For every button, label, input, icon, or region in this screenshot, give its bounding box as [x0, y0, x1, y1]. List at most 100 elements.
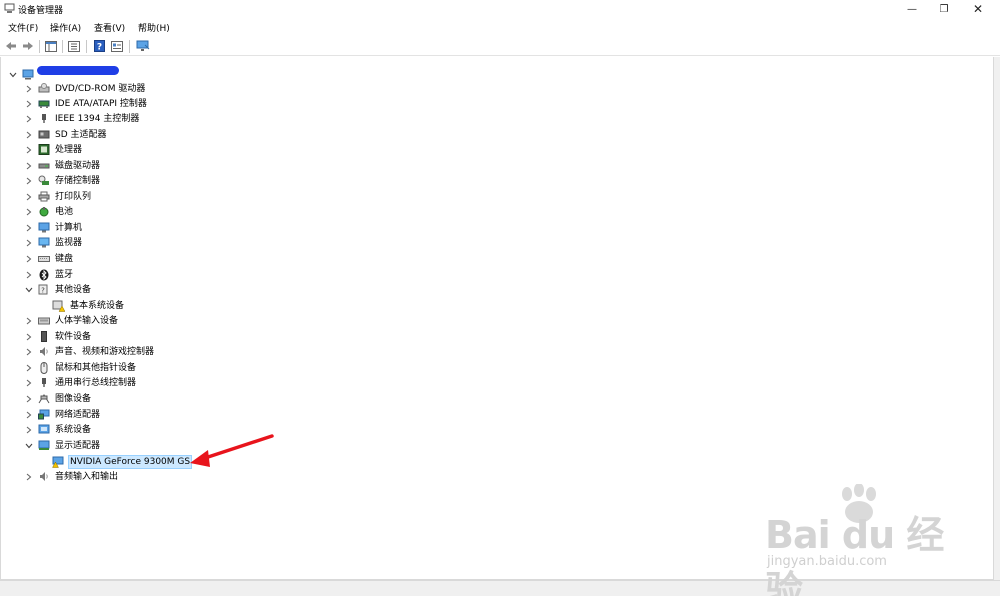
tree-node-other-devices[interactable]: ? 其他设备: [25, 282, 92, 297]
toolbar-separator: [39, 40, 40, 53]
tree-node-label: 系统设备: [55, 424, 92, 435]
network-adapter-icon: [37, 409, 50, 421]
tree-node-imaging[interactable]: 图像设备: [25, 391, 92, 406]
mouse-icon: [37, 361, 50, 374]
tree-node-display-adapter[interactable]: 显示适配器: [25, 438, 101, 453]
chevron-right-icon[interactable]: [25, 239, 33, 247]
tree-root[interactable]: [9, 67, 38, 82]
tree-node-computer[interactable]: 计算机: [25, 220, 83, 235]
chevron-right-icon[interactable]: [25, 426, 33, 434]
chevron-right-icon[interactable]: [25, 115, 33, 123]
vertical-scrollbar[interactable]: [994, 57, 1000, 580]
chevron-right-icon[interactable]: [25, 224, 33, 232]
tree-node-label: 网络适配器: [55, 409, 101, 420]
tree-node-hid[interactable]: 人体学输入设备: [25, 313, 119, 328]
chevron-right-icon[interactable]: [25, 177, 33, 185]
chevron-right-icon[interactable]: [25, 411, 33, 419]
menu-action[interactable]: 操作(A): [50, 21, 81, 34]
monitor-icon[interactable]: [135, 39, 151, 53]
title-bar: 设备管理器 — ❐ ✕: [0, 0, 1000, 18]
tree-node-sound-video-game[interactable]: 声音、视频和游戏控制器: [25, 344, 155, 359]
resources-icon[interactable]: [110, 39, 124, 53]
chevron-right-icon[interactable]: [25, 100, 33, 108]
watermark-url: jingyan.baidu.com: [767, 554, 887, 569]
display-adapter-icon: [37, 440, 50, 452]
tree-node-mouse[interactable]: 鼠标和其他指针设备: [25, 360, 137, 375]
maximize-button[interactable]: ❐: [928, 0, 960, 18]
ide-controller-icon: [37, 98, 50, 110]
chevron-right-icon[interactable]: [25, 208, 33, 216]
usb-icon: [37, 377, 50, 389]
chevron-right-icon[interactable]: [25, 379, 33, 387]
tree-node-ieee1394[interactable]: IEEE 1394 主控制器: [25, 111, 140, 126]
chevron-right-icon[interactable]: [25, 271, 33, 279]
tree-node-monitor[interactable]: 监视器: [25, 235, 83, 250]
chevron-right-icon[interactable]: [25, 162, 33, 170]
chevron-right-icon[interactable]: [25, 255, 33, 263]
computer-icon: [37, 222, 50, 234]
chevron-right-icon[interactable]: [25, 395, 33, 403]
chevron-right-icon[interactable]: [25, 131, 33, 139]
system-device-icon: [37, 424, 50, 436]
chevron-right-icon[interactable]: [25, 85, 33, 93]
tree-node-battery[interactable]: 电池: [25, 204, 74, 219]
chevron-right-icon[interactable]: [25, 364, 33, 372]
chevron-right-icon[interactable]: [25, 333, 33, 341]
forward-icon[interactable]: [21, 39, 35, 53]
tree-node-dvd-cdrom[interactable]: DVD/CD-ROM 驱动器: [25, 81, 146, 96]
menu-help[interactable]: 帮助(H): [138, 21, 170, 34]
window-title: 设备管理器: [18, 6, 64, 16]
printer-icon: [37, 191, 50, 203]
chevron-right-icon[interactable]: [25, 193, 33, 201]
menu-file[interactable]: 文件(F): [8, 21, 38, 34]
dvd-drive-icon: [37, 83, 50, 95]
tree-node-label: 存储控制器: [55, 175, 101, 186]
tree-node-network-adapter[interactable]: 网络适配器: [25, 407, 101, 422]
tree-node-software-device[interactable]: 软件设备: [25, 329, 92, 344]
chevron-right-icon[interactable]: [25, 146, 33, 154]
tree-node-bluetooth[interactable]: 蓝牙: [25, 267, 74, 282]
close-button[interactable]: ✕: [962, 0, 994, 18]
tree-node-label: 处理器: [55, 144, 83, 155]
device-manager-icon: [4, 3, 15, 13]
ieee1394-icon: [37, 113, 50, 125]
help-icon[interactable]: ?: [92, 39, 106, 53]
tree-node-system-device[interactable]: 系统设备: [25, 422, 92, 437]
properties-pane-icon[interactable]: [44, 39, 58, 53]
hid-icon: [37, 315, 50, 327]
chevron-right-icon[interactable]: [25, 473, 33, 481]
chevron-down-icon[interactable]: [9, 71, 17, 79]
minimize-button[interactable]: —: [896, 0, 928, 18]
tree-node-label: 图像设备: [55, 393, 92, 404]
redacted-computer-name: [37, 66, 119, 75]
tree-node-base-system-device[interactable]: 基本系统设备: [52, 298, 125, 313]
tree-node-storage-controller[interactable]: 存储控制器: [25, 173, 101, 188]
chevron-right-icon[interactable]: [25, 317, 33, 325]
tree-node-audio-io[interactable]: 音频输入和输出: [25, 469, 119, 484]
tree-node-keyboard[interactable]: 键盘: [25, 251, 74, 266]
tree-node-label: 基本系统设备: [70, 300, 125, 311]
back-icon[interactable]: [4, 39, 18, 53]
tree-node-usb[interactable]: 通用串行总线控制器: [25, 375, 137, 390]
tree-node-print-queue[interactable]: 打印队列: [25, 189, 92, 204]
tree-node-ide[interactable]: IDE ATA/ATAPI 控制器: [25, 96, 148, 111]
svg-text:?: ?: [96, 43, 101, 53]
tree-node-label: 计算机: [55, 222, 83, 233]
tree-node-sd-adapter[interactable]: SD 主适配器: [25, 127, 108, 142]
list-view-icon[interactable]: [67, 39, 81, 53]
tree-node-label: 显示适配器: [55, 440, 101, 451]
tree-node-nvidia-geforce[interactable]: NVIDIA GeForce 9300M GS: [52, 454, 193, 469]
tree-node-label: 打印队列: [55, 191, 92, 202]
chevron-right-icon[interactable]: [25, 348, 33, 356]
chevron-down-icon[interactable]: [25, 286, 33, 294]
menu-view[interactable]: 查看(V): [94, 21, 125, 34]
tree-node-processor[interactable]: 处理器: [25, 142, 83, 157]
warning-device-icon: [52, 300, 65, 312]
other-devices-icon: ?: [37, 284, 50, 296]
sound-icon: [37, 346, 50, 358]
tree-node-label: SD 主适配器: [55, 129, 107, 140]
tree-node-disk-drive[interactable]: 磁盘驱动器: [25, 158, 101, 173]
tree-node-label: 音频输入和输出: [55, 471, 119, 482]
keyboard-icon: [37, 253, 50, 265]
chevron-down-icon[interactable]: [25, 442, 33, 450]
